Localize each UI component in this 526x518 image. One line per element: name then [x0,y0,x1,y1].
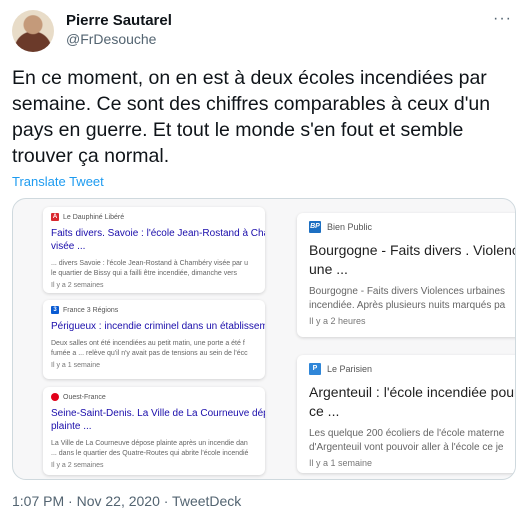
news-time: Il y a 2 semaines [51,282,104,289]
author-name[interactable]: Pierre Sautarel [66,12,172,29]
news-card: P Le Parisien Argenteuil : l'école incen… [297,355,516,473]
news-snippet: Deux salles ont été incendiées au petit … [51,340,245,347]
avatar[interactable] [12,10,54,52]
translate-tweet-link[interactable]: Translate Tweet [12,174,104,189]
news-source: A Le Dauphiné Libéré [51,213,125,221]
author-handle[interactable]: @FrDesouche [66,31,156,47]
ouest-france-logo-icon [51,393,59,401]
news-card: 3 France 3 Régions Périgueux : incendie … [43,300,265,379]
news-title: Bourgogne - Faits divers . Violence [309,242,516,258]
news-snippet-continued: d'Argenteuil vont pouvoir aller à l'écol… [309,442,504,453]
news-time: Il y a 1 semaine [309,458,373,468]
france3-logo-icon: 3 [51,306,59,314]
news-snippet: ... divers Savoie : l'école Jean-Rostand… [51,260,249,267]
news-card: A Le Dauphiné Libéré Faits divers. Savoi… [43,207,265,293]
le-parisien-logo-icon: P [309,363,321,375]
news-time: Il y a 2 semaines [51,462,104,469]
news-title: Faits divers. Savoie : l'école Jean-Rost… [51,228,265,239]
news-title-continued: ce ... [309,403,340,419]
news-title: Seine-Saint-Denis. La Ville de La Courne… [51,408,265,419]
news-title-continued: visée ... [51,241,86,252]
news-title-continued: plainte ... [51,421,92,432]
news-source: Ouest-France [51,393,257,401]
news-card: Ouest-France Seine-Saint-Denis. La Ville… [43,387,265,475]
news-source: P Le Parisien [309,363,515,375]
news-snippet: Bourgogne - Faits divers Violences urbai… [309,286,506,297]
more-options-icon[interactable]: ··· [493,10,512,28]
tweet-timestamp[interactable]: 1:07 PM · Nov 22, 2020 · TweetDeck [12,493,241,509]
tweet-media-image[interactable]: A Le Dauphiné Libéré Faits divers. Savoi… [12,198,516,480]
news-title: Argenteuil : l'école incendiée pour [309,384,516,400]
news-title-continued: une ... [309,261,348,277]
news-source: 3 France 3 Régions [51,306,257,314]
news-card: BP Bien Public Bourgogne - Faits divers … [297,213,516,337]
news-time: Il y a 2 heures [309,316,366,326]
news-snippet-continued: fumée a ... relève qu'il n'y avait pas d… [51,350,248,357]
news-snippet: La Ville de La Courneuve dépose plainte … [51,440,248,447]
news-snippet-continued: le quartier de Bissy qui a failli être i… [51,270,237,277]
bien-public-logo-icon: BP [309,221,321,233]
news-time: Il y a 1 semaine [51,362,101,369]
tweet-text: En ce moment, on en est à deux écoles in… [12,67,491,167]
news-snippet-continued: incendiée. Après plusieurs nuits marqués… [309,300,506,311]
news-title: Périgueux : incendie criminel dans un ét… [51,321,265,332]
tweet-header: Pierre Sautarel @FrDesouche ··· [12,10,514,54]
news-snippet: Les quelque 200 écoliers de l'école mate… [309,428,505,439]
news-source: BP Bien Public [309,221,373,233]
news-snippet-continued: ... dans le quartier des Quatre-Routes q… [51,450,249,457]
dauphine-logo-icon: A [51,213,59,221]
